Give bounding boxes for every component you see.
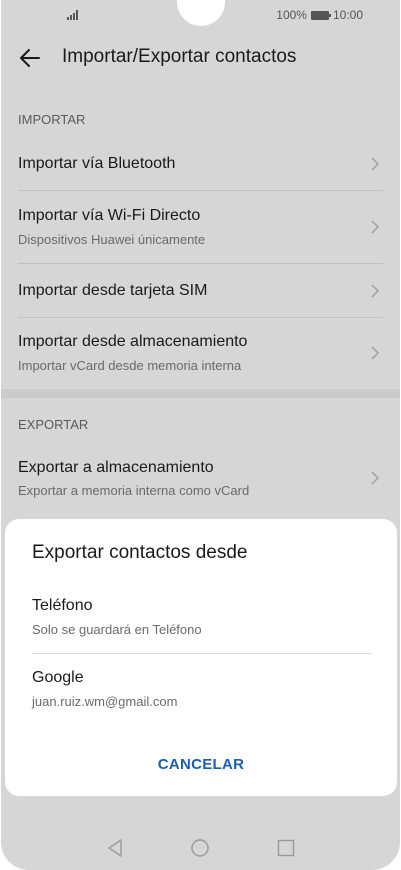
camera-notch xyxy=(177,0,225,26)
chevron-right-icon xyxy=(371,346,380,360)
list-item-import-wifi-direct[interactable]: Importar vía Wi-Fi Directo Dispositivos … xyxy=(1,191,400,263)
cancel-button[interactable]: CANCELAR xyxy=(5,756,397,773)
item-title: Importar desde tarjeta SIM xyxy=(18,282,208,299)
arrow-left-icon[interactable] xyxy=(17,45,43,71)
item-title: Importar vía Wi-Fi Directo xyxy=(18,207,201,224)
section-gap xyxy=(1,389,400,398)
divider xyxy=(32,653,371,654)
battery-percent: 100% xyxy=(276,8,307,22)
item-subtitle: Dispositivos Huawei únicamente xyxy=(18,232,206,247)
chevron-right-icon xyxy=(371,157,380,171)
status-right: 100% 10:00 xyxy=(276,8,363,22)
item-title: Importar vía Bluetooth xyxy=(18,155,176,172)
phone-screen: 100% 10:00 Importar/Exportar contactos I… xyxy=(1,0,400,870)
chevron-right-icon xyxy=(371,471,380,485)
page-title: Importar/Exportar contactos xyxy=(62,46,297,67)
battery-icon xyxy=(310,10,331,20)
option-subtitle: juan.ruiz.wm@gmail.com xyxy=(32,694,178,709)
option-subtitle: Solo se guardará en Teléfono xyxy=(32,622,202,637)
export-source-dialog: Exportar contactos desde Teléfono Solo s… xyxy=(5,519,397,796)
app-bar: Importar/Exportar contactos xyxy=(1,32,400,84)
list-item-import-sim[interactable]: Importar desde tarjeta SIM xyxy=(1,264,400,317)
clock: 10:00 xyxy=(332,8,363,22)
list-item-export-storage[interactable]: Exportar a almacenamiento Exportar a mem… xyxy=(1,443,400,514)
list-item-import-storage[interactable]: Importar desde almacenamiento Importar v… xyxy=(1,318,400,389)
option-title: Google xyxy=(32,669,84,686)
section-label-import: IMPORTAR xyxy=(18,112,86,127)
signal-icon xyxy=(67,10,78,20)
section-label-export: EXPORTAR xyxy=(18,417,89,432)
item-title: Importar desde almacenamiento xyxy=(18,333,248,350)
option-phone[interactable]: Teléfono Solo se guardará en Teléfono xyxy=(5,584,397,652)
chevron-right-icon xyxy=(371,284,380,298)
item-title: Exportar a almacenamiento xyxy=(18,459,214,476)
status-bar: 100% 10:00 xyxy=(1,0,400,32)
navigation-bar xyxy=(1,830,400,866)
chevron-right-icon xyxy=(371,220,380,234)
option-google[interactable]: Google juan.ruiz.wm@gmail.com xyxy=(5,655,397,723)
option-title: Teléfono xyxy=(32,597,93,614)
triangle-back-icon[interactable] xyxy=(105,838,125,858)
item-subtitle: Exportar a memoria interna como vCard xyxy=(18,483,250,498)
dialog-title: Exportar contactos desde xyxy=(32,542,248,563)
square-recent-icon[interactable] xyxy=(276,838,296,858)
list-item-import-bluetooth[interactable]: Importar vía Bluetooth xyxy=(1,138,400,190)
circle-home-icon[interactable] xyxy=(190,838,210,858)
item-subtitle: Importar vCard desde memoria interna xyxy=(18,358,242,373)
